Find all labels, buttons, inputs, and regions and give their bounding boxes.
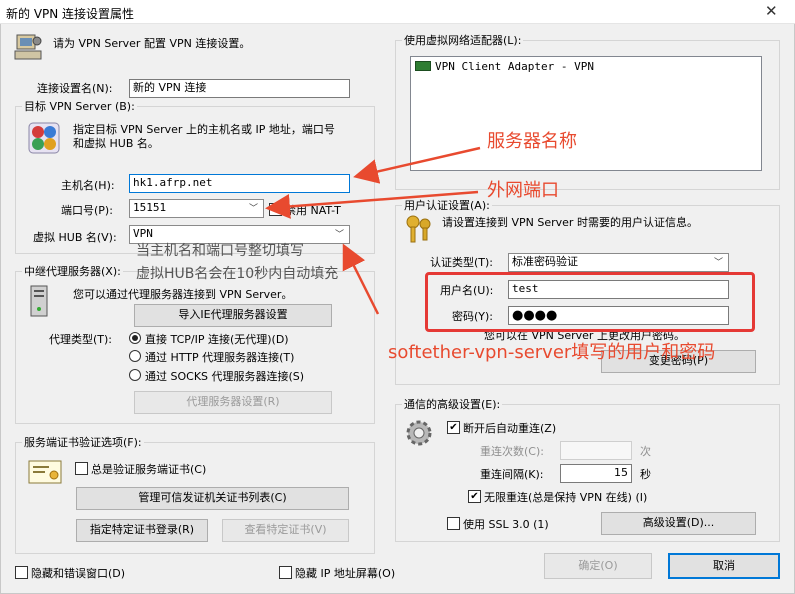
annotation-arrows [265, 146, 481, 315]
annotation-paste-note-2: 虚拟HUB名会在10秒内自动填充 [136, 266, 339, 282]
annotation-wan-port: 外网端口 [487, 180, 559, 201]
annotation-server-name: 服务器名称 [487, 131, 577, 152]
annotation-credentials: softether-vpn-server填写的用户和密码 [388, 342, 716, 363]
annotation-paste-note-1: 当主机名和端口号整切填写 [136, 243, 304, 259]
